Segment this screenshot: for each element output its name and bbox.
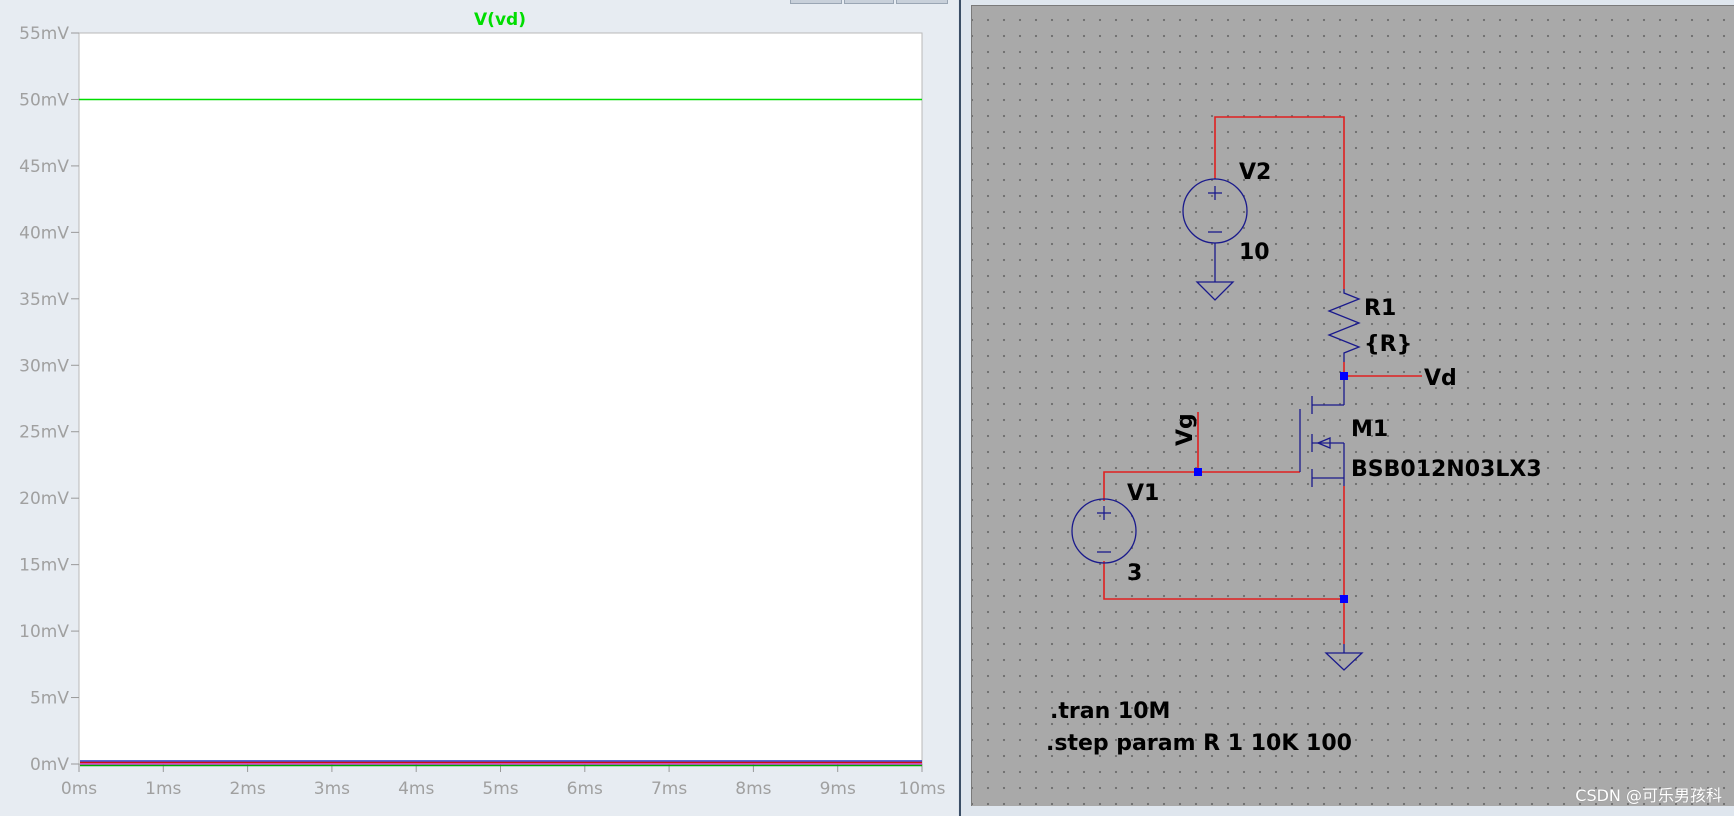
r1-symbol[interactable] xyxy=(1327,289,1361,362)
divider-line xyxy=(959,0,961,816)
ground-symbol[interactable] xyxy=(1324,644,1364,671)
junction-vg xyxy=(1194,468,1202,476)
plot-area[interactable] xyxy=(78,32,923,765)
x-tick-label: 2ms xyxy=(229,779,265,799)
x-tick-label: 10ms xyxy=(898,779,945,799)
r1-name-label[interactable]: R1 xyxy=(1364,296,1396,321)
vd-net-label[interactable]: Vd xyxy=(1424,366,1457,391)
y-tick-label: 20mV xyxy=(19,489,69,509)
m1-name-label[interactable]: M1 xyxy=(1351,417,1388,442)
y-tick-label: 50mV xyxy=(19,90,69,110)
junction-vd xyxy=(1340,372,1348,380)
x-tick-label: 3ms xyxy=(314,779,350,799)
watermark-text: CSDN @可乐男孩科 xyxy=(1575,786,1722,805)
wires xyxy=(1103,116,1422,644)
v1-symbol[interactable] xyxy=(1071,498,1137,564)
m1-model-label[interactable]: BSB012N03LX3 xyxy=(1351,457,1542,482)
x-tick-label: 6ms xyxy=(567,779,603,799)
x-tick-label: 4ms xyxy=(398,779,434,799)
x-axis: 0ms 1ms 2ms 3ms 4ms 5ms 6ms 7ms 8ms 9ms 10ms xyxy=(61,764,946,799)
m1-symbol[interactable] xyxy=(1299,376,1345,487)
x-tick-label: 7ms xyxy=(651,779,687,799)
trace-label-vd[interactable]: V(vd) xyxy=(474,10,526,30)
v2-value-label[interactable]: 10 xyxy=(1239,240,1270,265)
y-tick-label: 30mV xyxy=(19,356,69,376)
schematic-window[interactable]: V2 10 R1 {R} Vd M1 BSB012N03LX3 Vg V1 3 … xyxy=(971,5,1734,806)
y-tick-label: 15mV xyxy=(19,556,69,576)
junctions xyxy=(1194,372,1348,603)
tran-directive[interactable]: .tran 10M xyxy=(1050,699,1170,724)
y-tick-label: 10mV xyxy=(19,622,69,642)
junction-ground xyxy=(1340,595,1348,603)
y-tick-label: 0mV xyxy=(30,755,69,775)
v1-name-label[interactable]: V1 xyxy=(1127,481,1159,506)
v2-name-label[interactable]: V2 xyxy=(1239,160,1271,185)
y-tick-label: 25mV xyxy=(19,423,69,443)
y-tick-label: 45mV xyxy=(19,157,69,177)
x-tick-label: 1ms xyxy=(145,779,181,799)
x-tick-label: 0ms xyxy=(61,779,97,799)
x-tick-label: 5ms xyxy=(482,779,518,799)
y-tick-label: 55mV xyxy=(19,24,69,44)
wire-v2-to-r1 xyxy=(1214,116,1345,289)
waveform-plot[interactable]: V(vd) 55mV 50mV 45mV 40mV 35mV 30mV 25mV 20mV 15… xyxy=(0,0,958,816)
waveform-window[interactable]: V(vd) 55mV 50mV 45mV 40mV 35mV 30mV 25mV 20mV 15… xyxy=(0,0,959,816)
schematic-canvas[interactable]: V2 10 R1 {R} Vd M1 BSB012N03LX3 Vg V1 3 … xyxy=(972,6,1734,806)
vg-net-label[interactable]: Vg xyxy=(1173,413,1198,446)
x-tick-label: 8ms xyxy=(735,779,771,799)
y-tick-label: 35mV xyxy=(19,290,69,310)
x-tick-label: 9ms xyxy=(820,779,856,799)
y-tick-label: 5mV xyxy=(30,689,69,709)
v2-symbol[interactable] xyxy=(1182,178,1248,301)
v1-value-label[interactable]: 3 xyxy=(1127,561,1142,586)
r1-value-label[interactable]: {R} xyxy=(1364,332,1412,357)
y-tick-label: 40mV xyxy=(19,223,69,243)
y-axis: 55mV 50mV 45mV 40mV 35mV 30mV 25mV 20mV 15mV 10mV… xyxy=(19,24,79,775)
step-directive[interactable]: .step param R 1 10K 100 xyxy=(1046,731,1352,756)
